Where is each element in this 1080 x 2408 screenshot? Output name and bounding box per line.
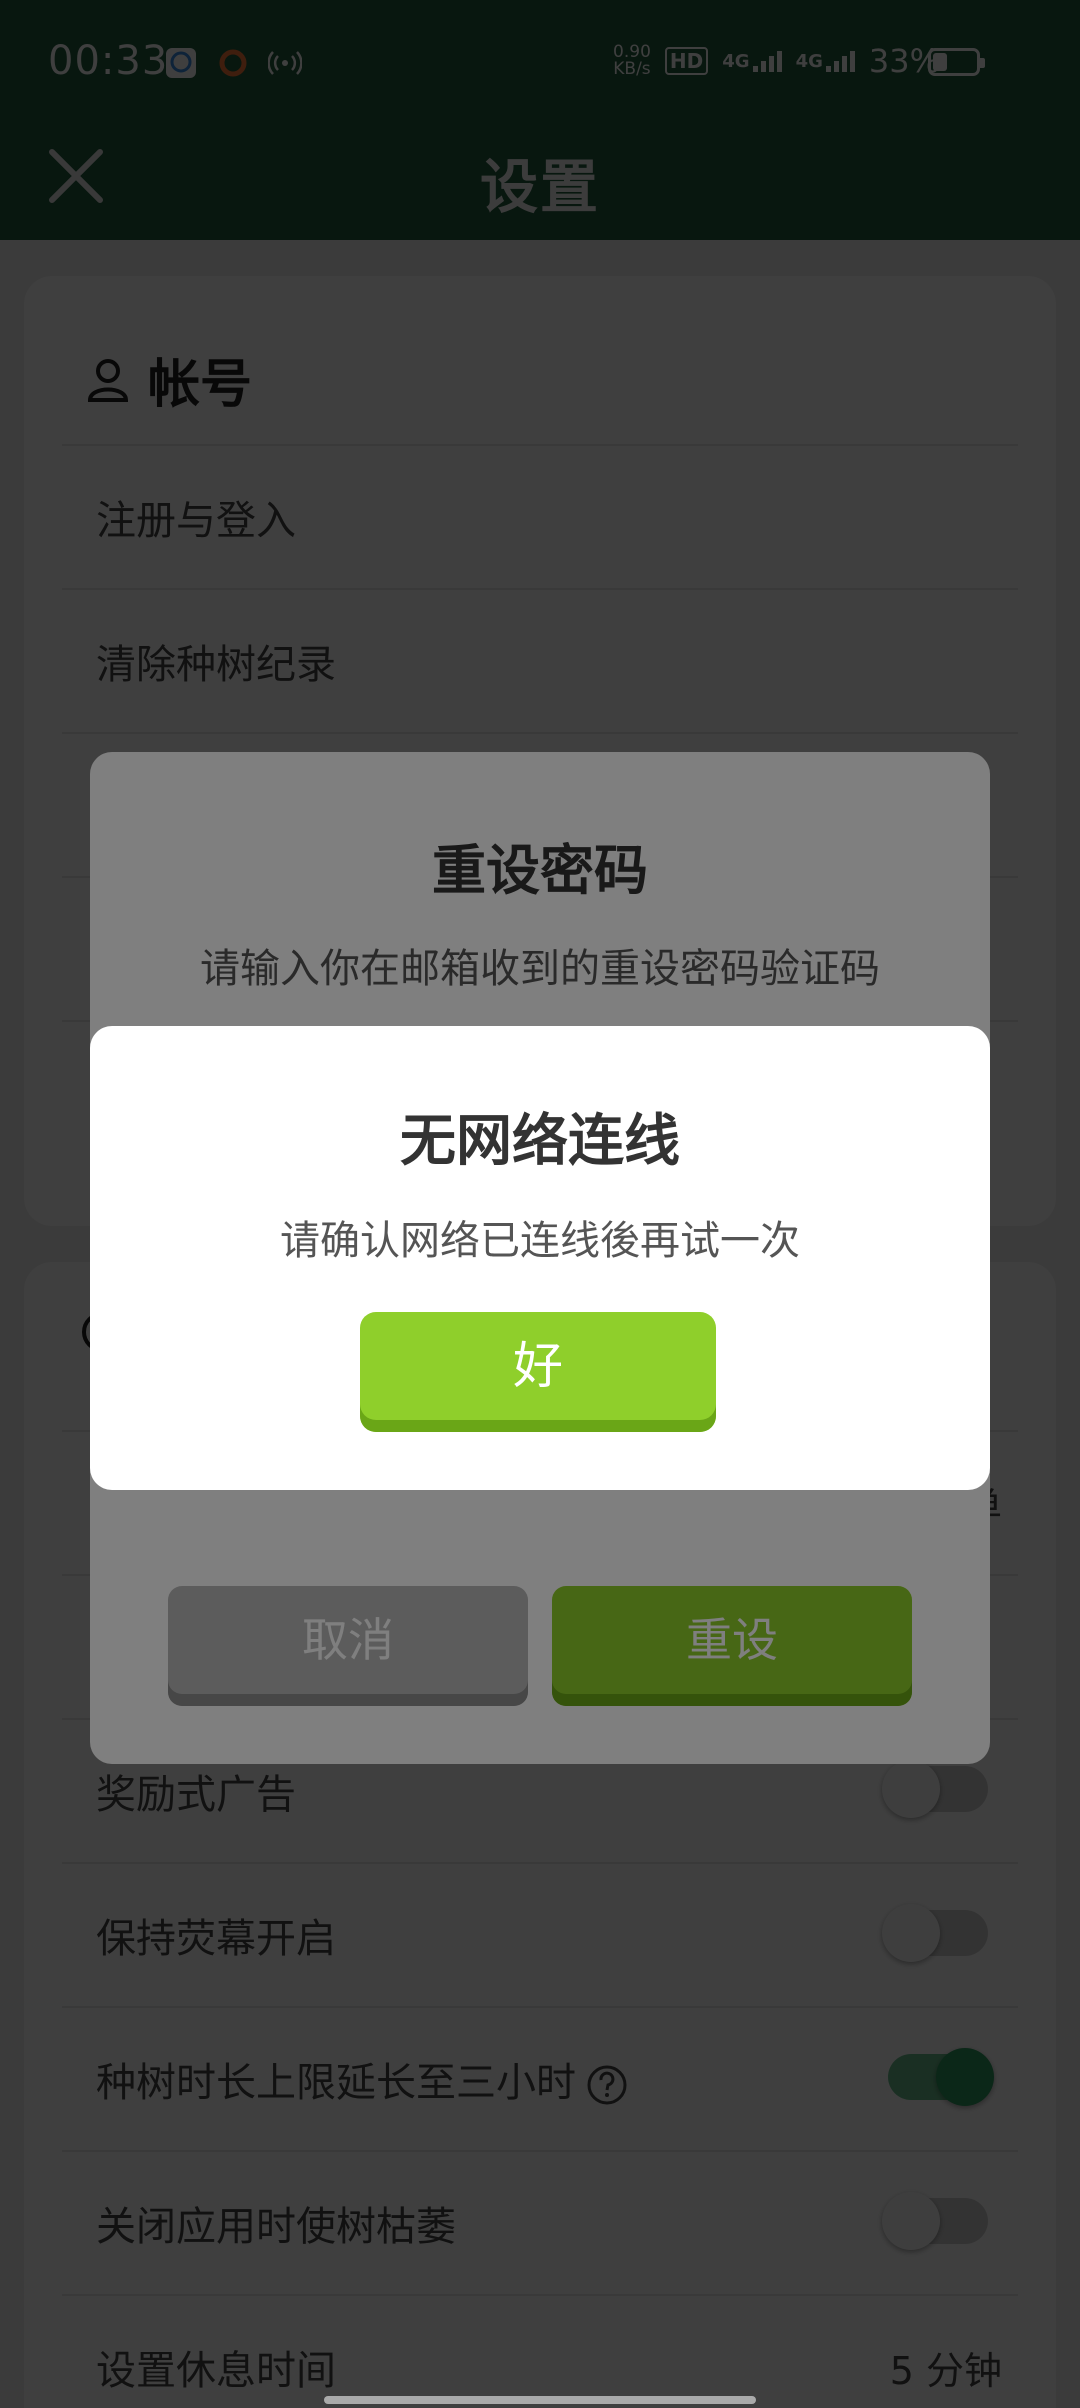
network-dialog-message: 请确认网络已连线後再试一次	[280, 1218, 800, 1264]
ok-button[interactable]: 好	[360, 1312, 716, 1432]
network-dialog-title: 无网络连线	[400, 1109, 680, 1174]
home-indicator[interactable]	[324, 2396, 756, 2404]
no-network-dialog: 无网络连线 请确认网络已连线後再试一次 好	[90, 1026, 990, 1490]
